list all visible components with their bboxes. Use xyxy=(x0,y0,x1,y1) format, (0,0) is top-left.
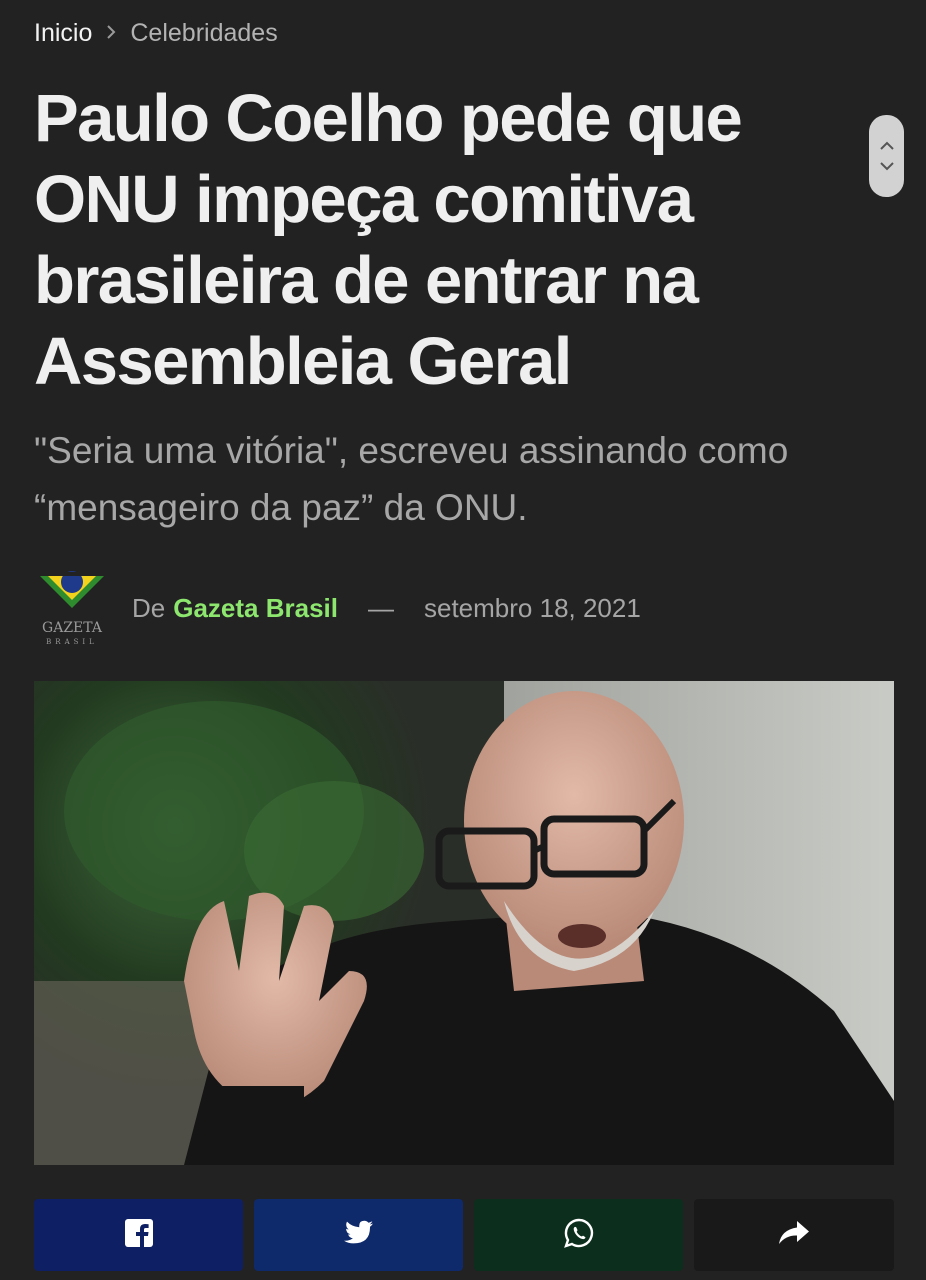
share-bar xyxy=(34,1199,894,1271)
whatsapp-icon xyxy=(563,1218,594,1253)
whatsapp-share-button[interactable] xyxy=(474,1199,683,1271)
article-hero-image xyxy=(34,681,894,1165)
publish-date: setembro 18, 2021 xyxy=(424,592,641,623)
facebook-share-button[interactable] xyxy=(34,1199,243,1271)
breadcrumb-home-link[interactable]: Inicio xyxy=(34,16,92,50)
share-arrow-icon xyxy=(778,1220,810,1251)
logo-text-line1: GAZETA xyxy=(42,620,103,636)
author-link[interactable]: Gazeta Brasil xyxy=(173,593,338,624)
gazeta-brasil-logo[interactable]: GAZETA BRASIL xyxy=(34,568,110,648)
breadcrumb-current-link[interactable]: Celebridades xyxy=(130,16,277,50)
chevron-down-icon[interactable] xyxy=(879,160,895,172)
logo-text-line2: BRASIL xyxy=(46,638,98,646)
article-byline: GAZETA BRASIL De Gazeta Brasil — setembr… xyxy=(34,568,641,648)
twitter-share-button[interactable] xyxy=(254,1199,463,1271)
breadcrumb: Inicio Celebridades xyxy=(34,16,278,50)
chevron-right-icon xyxy=(105,16,117,50)
byline-separator: — xyxy=(368,592,394,623)
facebook-icon xyxy=(124,1218,153,1252)
article-title: Paulo Coelho pede que ONU impeça comitiv… xyxy=(34,81,743,399)
more-share-button[interactable] xyxy=(694,1199,894,1271)
byline-prefix: De xyxy=(132,592,166,623)
chevron-up-icon[interactable] xyxy=(879,140,895,152)
twitter-icon xyxy=(343,1220,374,1251)
article-subtitle: "Seria uma vitória", escreveu assinando … xyxy=(34,430,789,528)
scroll-nav-widget[interactable] xyxy=(869,115,904,197)
